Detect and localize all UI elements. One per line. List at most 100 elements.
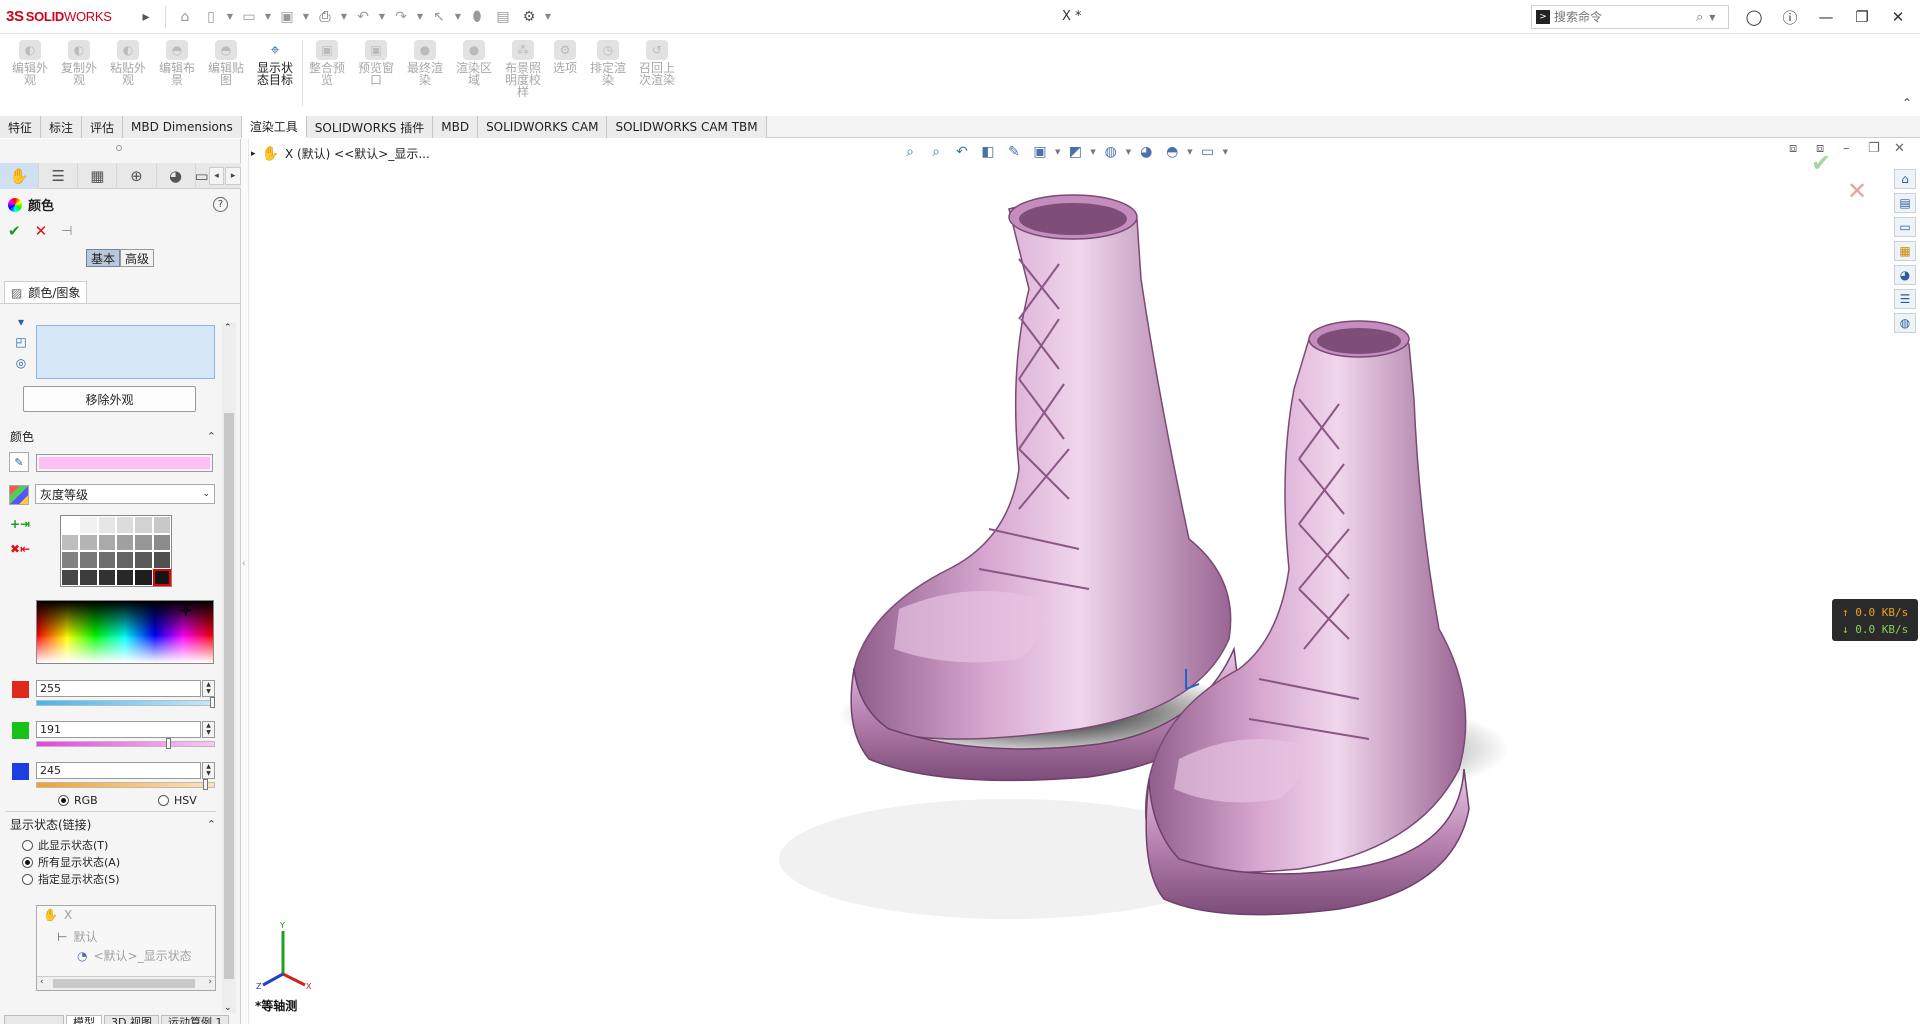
zoom-to-area-icon[interactable]: ⌕ [925, 141, 947, 163]
gray-swatch[interactable] [116, 516, 135, 534]
rebuild-icon[interactable]: ⬮ [465, 5, 489, 29]
chevron-down-icon[interactable]: ▼ [1709, 13, 1715, 22]
confirm-cancel-icon[interactable]: ✕ [1847, 177, 1867, 205]
tile-left-icon[interactable]: ⧈ [1789, 141, 1797, 156]
select-arrow-icon[interactable]: ↖ [427, 5, 451, 29]
file-explorer-icon[interactable]: ▭ [1894, 217, 1916, 237]
red-spinner[interactable]: ▲ ▼ [202, 680, 215, 697]
scroll-up-icon[interactable]: ⌃ [224, 323, 232, 333]
custom-properties-icon[interactable]: ☰ [1894, 289, 1916, 309]
gray-swatch[interactable] [61, 551, 80, 569]
collapse-icon[interactable]: ⌃ [207, 430, 216, 443]
gray-swatch[interactable] [97, 551, 116, 569]
scrollbar-thumb[interactable] [53, 979, 195, 988]
gray-swatch[interactable] [61, 516, 80, 534]
view-orientation-icon[interactable]: ▣ [1029, 141, 1051, 163]
gray-swatch[interactable] [79, 533, 98, 551]
flyout-feature-tree[interactable]: ▸ ✋ X (默认) <<默认>_显示... [249, 145, 430, 162]
display-state-specified-radio[interactable] [22, 873, 33, 885]
green-value-input[interactable]: 191 [36, 721, 201, 738]
display-state-this-radio[interactable] [22, 839, 33, 851]
tab-mbd[interactable]: MBD [433, 116, 479, 138]
face-select-icon[interactable]: ▾ [12, 319, 30, 325]
section-view-icon[interactable]: ◧ [977, 141, 999, 163]
close-icon[interactable]: ✕ [1884, 4, 1912, 30]
chevron-down-icon[interactable]: ▼ [543, 12, 553, 21]
chevron-down-icon[interactable]: ▼ [415, 12, 425, 21]
appearance-manager-tab[interactable]: ✋ [0, 162, 40, 189]
pin-icon[interactable]: ⊣ [61, 224, 72, 239]
red-slider-track[interactable] [36, 700, 215, 706]
tab-solidworks-cam-tbm[interactable]: SOLIDWORKS CAM TBM [607, 116, 767, 138]
reference-triad[interactable]: Y X Z [253, 919, 313, 989]
rgb-radio-dot[interactable] [58, 795, 69, 806]
gray-swatch[interactable] [61, 568, 80, 586]
tab-evaluate[interactable]: 评估 [82, 116, 124, 138]
scroll-left-icon[interactable]: ‹ [40, 977, 44, 987]
view-settings-icon[interactable]: ▭ [1197, 141, 1219, 163]
chevron-down-icon[interactable]: ▼ [263, 12, 273, 21]
hsv-radio[interactable]: HSV [158, 794, 197, 807]
gray-swatch[interactable] [79, 551, 98, 569]
solidworks-forum-icon[interactable]: ◍ [1894, 313, 1916, 333]
gray-swatch[interactable] [97, 516, 116, 534]
chevron-down-icon[interactable]: ▼ [453, 12, 463, 21]
restore-icon[interactable]: ❐ [1848, 4, 1876, 30]
selected-color-swatch[interactable] [36, 454, 213, 472]
color-image-tab[interactable]: ▨ 颜色/图象 [4, 281, 88, 303]
chevron-down-icon[interactable]: ▼ [1126, 148, 1131, 156]
gray-swatch[interactable] [152, 533, 171, 551]
edit-appearance-button[interactable]: ◐ 编辑外观 [6, 40, 54, 86]
display-state-section-header[interactable]: 显示状态(链接) ⌃ [10, 815, 216, 833]
edit-decal-button[interactable]: ◓ 编辑贴图 [202, 40, 250, 86]
scroll-down-icon[interactable]: ⌄ [224, 1003, 232, 1013]
search-commands[interactable]: > ⌕ ▼ [1531, 5, 1729, 29]
doc-close-icon[interactable]: ✕ [1894, 141, 1905, 156]
doc-restore-icon[interactable]: ❐ [1868, 141, 1880, 156]
tab-model[interactable]: 模型 [66, 1015, 102, 1024]
scroll-left-icon[interactable]: ◂ [208, 166, 225, 185]
chevron-down-icon[interactable]: ▼ [1187, 148, 1192, 156]
tree-horizontal-scrollbar[interactable]: ‹ › [37, 976, 215, 990]
panel-vertical-scrollbar[interactable]: ⌃ ⌄ [222, 323, 236, 1013]
chevron-down-icon[interactable]: ▼ [1055, 148, 1060, 156]
tab-render-tools[interactable]: 渲染工具 [241, 116, 307, 138]
gray-swatch[interactable] [116, 568, 135, 586]
red-slider-thumb[interactable] [210, 697, 215, 708]
display-manager-tab[interactable]: ◕ [157, 162, 196, 189]
eyedropper-icon[interactable]: ✎ [9, 452, 29, 472]
chevron-down-icon[interactable]: ▼ [339, 12, 349, 21]
panel-splitter[interactable]: ‹ [241, 139, 249, 1024]
gray-swatch[interactable] [97, 533, 116, 551]
gear-icon[interactable]: ⚙ [517, 5, 541, 29]
gray-swatch[interactable] [152, 516, 171, 534]
gray-swatch[interactable] [79, 568, 98, 586]
palette-icon[interactable] [9, 485, 29, 505]
print-icon[interactable]: ⎙ [313, 5, 337, 29]
display-state-all-radio[interactable] [22, 856, 33, 868]
left-boot[interactable] [850, 194, 1240, 782]
dimxpert-tab[interactable]: ⊕ [117, 162, 157, 189]
dynamic-annotation-icon[interactable]: ✎ [1003, 141, 1025, 163]
more-tabs-icon[interactable]: ▭ [195, 163, 209, 189]
apply-scene-icon[interactable]: ◓ [1161, 141, 1183, 163]
gray-swatch[interactable] [134, 551, 153, 569]
design-library-icon[interactable]: ▤ [1894, 193, 1916, 213]
property-manager-tab[interactable]: ▦ [78, 162, 118, 189]
save-icon[interactable]: ▣ [275, 5, 299, 29]
remove-color-icon[interactable]: ✖⇤ [9, 539, 31, 559]
hsv-radio-dot[interactable] [158, 795, 169, 806]
gray-swatch[interactable] [116, 551, 135, 569]
blue-slider-track[interactable] [36, 782, 215, 788]
solidworks-resources-icon[interactable]: ⌂ [1894, 169, 1916, 189]
scroll-right-icon[interactable]: › [208, 977, 212, 987]
add-color-icon[interactable]: +⇥ [9, 514, 31, 534]
basic-mode-button[interactable]: 基本 [86, 249, 121, 267]
zoom-to-fit-icon[interactable]: ⌕ [899, 141, 921, 163]
chevron-down-icon[interactable]: ▼ [1223, 148, 1228, 156]
schedule-render-button[interactable]: ◷ 排定渲染 [584, 40, 632, 86]
render-region-button[interactable]: ● 渲染区域 [450, 40, 498, 86]
expand-tree-icon[interactable]: ▸ [251, 149, 256, 159]
display-style-icon[interactable]: ◩ [1064, 141, 1086, 163]
tab-motion-study[interactable]: 运动算例 1 [160, 1015, 230, 1024]
